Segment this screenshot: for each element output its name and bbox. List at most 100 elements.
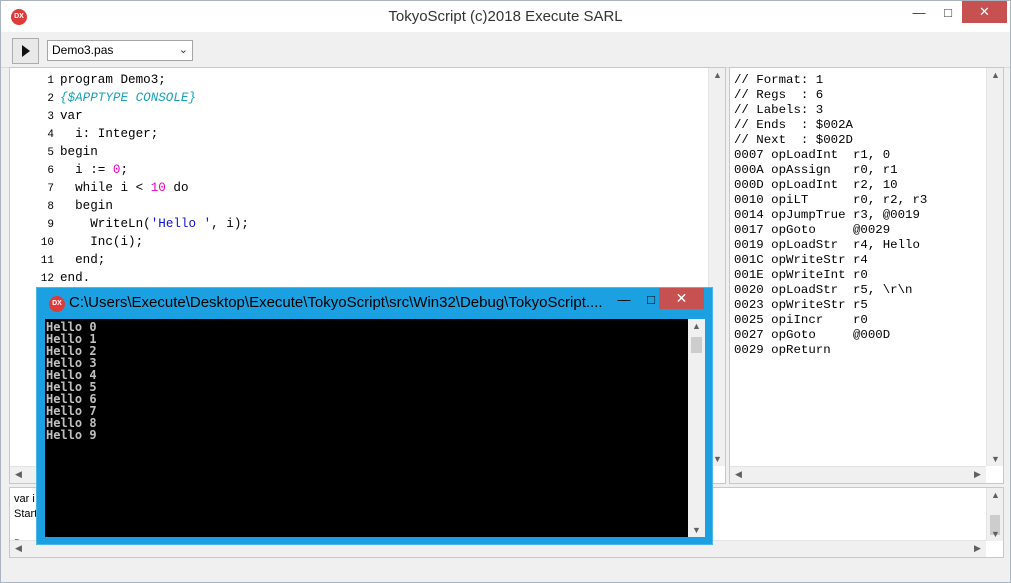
run-button[interactable] xyxy=(12,38,39,64)
scroll-down-icon[interactable]: ▼ xyxy=(987,529,1004,539)
asm-line: 0023 opWriteStr r5 xyxy=(734,298,868,312)
line-number: 4 xyxy=(47,129,54,141)
line-number: 12 xyxy=(40,273,54,285)
file-select[interactable]: Demo3.pas ⌄ xyxy=(47,40,193,61)
file-select-value: Demo3.pas xyxy=(52,43,114,57)
asm-horizontal-scrollbar[interactable]: ◀ ▶ xyxy=(730,466,986,483)
toolbar: Demo3.pas ⌄ xyxy=(1,32,1010,68)
window-title: TokyoScript (c)2018 Execute SARL xyxy=(388,8,623,25)
asm-line: 0010 opiLT r0, r2, r3 xyxy=(734,193,928,207)
close-button[interactable]: ✕ xyxy=(962,1,1007,23)
minimize-icon: — xyxy=(617,291,631,307)
asm-line: 000D opLoadInt r2, 10 xyxy=(734,178,898,192)
code-line: 11 end; xyxy=(10,252,249,270)
log-vertical-scrollbar[interactable]: ▲ ▼ xyxy=(986,488,1003,541)
minimize-button[interactable]: — xyxy=(904,1,934,23)
maximize-button[interactable]: □ xyxy=(934,1,962,23)
scroll-up-icon[interactable]: ▲ xyxy=(987,70,1004,80)
code-token: {$APPTYPE CONSOLE} xyxy=(60,91,197,105)
code-token: program Demo3; xyxy=(60,73,166,87)
scroll-thumb[interactable] xyxy=(691,337,702,353)
console-minimize-button[interactable]: — xyxy=(610,288,638,310)
console-window[interactable]: DX C:\Users\Execute\Desktop\Execute\Toky… xyxy=(36,287,713,545)
asm-line: 0014 opJumpTrue r3, @0019 xyxy=(734,208,920,222)
assembly-view[interactable]: // Format: 1// Regs : 6// Labels: 3// En… xyxy=(729,67,1004,484)
code-token: end. xyxy=(60,271,91,285)
console-body[interactable]: Hello 0 Hello 1 Hello 2 Hello 3 Hello 4 Hello… xyxy=(45,319,705,537)
scroll-down-icon[interactable]: ▼ xyxy=(987,454,1004,464)
code-token: do xyxy=(165,181,189,195)
code-token: var xyxy=(60,109,83,123)
code-token: 'Hello ' xyxy=(150,217,212,231)
code-line: 3 var xyxy=(10,108,249,126)
asm-line: 0020 opLoadStr r5, \r\n xyxy=(734,283,913,297)
code-line: 9 WriteLn('Hello ', i); xyxy=(10,216,249,234)
console-title: C:\Users\Execute\Desktop\Execute\TokyoSc… xyxy=(69,294,603,311)
title-bar[interactable]: DX TokyoScript (c)2018 Execute SARL — □ … xyxy=(1,1,1010,32)
asm-line: 0025 opiIncr r0 xyxy=(734,313,868,327)
console-output: Hello 0 Hello 1 Hello 2 Hello 3 Hello 4 Hello… xyxy=(46,321,97,441)
chevron-down-icon: ⌄ xyxy=(178,44,188,56)
code-line: 6 i := 0; xyxy=(10,162,249,180)
asm-line: 0019 opLoadStr r4, Hello xyxy=(734,238,920,252)
asm-line: 0007 opLoadInt r1, 0 xyxy=(734,148,891,162)
code-token: i := xyxy=(60,163,113,177)
asm-line: 0017 opGoto @0029 xyxy=(734,223,891,237)
asm-line: // Ends : $002A xyxy=(734,118,853,132)
scroll-right-icon[interactable]: ▶ xyxy=(969,543,986,554)
asm-line: // Format: 1 xyxy=(734,73,824,87)
close-icon: ✕ xyxy=(979,4,990,19)
line-number: 11 xyxy=(40,255,54,267)
code-token: , i); xyxy=(211,217,249,231)
console-line: Hello 9 xyxy=(46,428,97,442)
code-token: begin xyxy=(60,145,98,159)
line-number: 3 xyxy=(47,111,54,123)
console-close-button[interactable]: ✕ xyxy=(659,288,704,309)
code-line: 2 {$APPTYPE CONSOLE} xyxy=(10,90,249,108)
code-line: 8 begin xyxy=(10,198,249,216)
scroll-left-icon[interactable]: ◀ xyxy=(730,469,747,480)
line-number: 6 xyxy=(47,165,54,177)
line-number: 8 xyxy=(47,201,54,213)
line-number: 1 xyxy=(47,75,54,87)
code-token: begin xyxy=(60,199,113,213)
scroll-left-icon[interactable]: ◀ xyxy=(10,469,27,480)
asm-line: // Labels: 3 xyxy=(734,103,824,117)
code-line: 10 Inc(i); xyxy=(10,234,249,252)
line-number: 10 xyxy=(40,237,54,249)
asm-line: 000A opAssign r0, r1 xyxy=(734,163,898,177)
code-line: 4 i: Integer; xyxy=(10,126,249,144)
asm-line: 0027 opGoto @000D xyxy=(734,328,891,342)
close-icon: ✕ xyxy=(675,290,688,306)
scroll-up-icon[interactable]: ▲ xyxy=(688,321,705,331)
asm-line: // Regs : 6 xyxy=(734,88,824,102)
code-line: 5 begin xyxy=(10,144,249,162)
asm-vertical-scrollbar[interactable]: ▲ ▼ xyxy=(986,68,1003,466)
code-token: while i < xyxy=(60,181,151,195)
asm-line: 001E opWriteInt r0 xyxy=(734,268,868,282)
code-line: 1 program Demo3; xyxy=(10,72,249,90)
code-line: 7 while i < 10 do xyxy=(10,180,249,198)
maximize-icon: □ xyxy=(647,291,655,307)
scroll-down-icon[interactable]: ▼ xyxy=(688,525,705,535)
scroll-right-icon[interactable]: ▶ xyxy=(969,469,986,480)
code-token: Inc(i); xyxy=(60,235,144,249)
code-token: i: Integer; xyxy=(60,127,159,141)
line-number: 7 xyxy=(47,183,54,195)
console-title-bar[interactable]: DX C:\Users\Execute\Desktop\Execute\Toky… xyxy=(37,288,712,318)
asm-line: // Next : $002D xyxy=(734,133,853,147)
scroll-up-icon[interactable]: ▲ xyxy=(987,490,1004,500)
line-number: 2 xyxy=(47,93,54,105)
code-lines: 1 program Demo3; 2 {$APPTYPE CONSOLE} 3 var 4 … xyxy=(10,72,249,288)
scroll-up-icon[interactable]: ▲ xyxy=(709,70,726,80)
code-token: WriteLn( xyxy=(60,217,151,231)
line-number: 9 xyxy=(47,219,54,231)
console-vertical-scrollbar[interactable]: ▲ ▼ xyxy=(688,319,705,537)
scroll-left-icon[interactable]: ◀ xyxy=(10,543,27,554)
assembly-lines: // Format: 1// Regs : 6// Labels: 3// En… xyxy=(734,73,927,358)
code-line: 12 end. xyxy=(10,270,249,288)
asm-line: 0029 opReturn xyxy=(734,343,831,357)
line-number: 5 xyxy=(47,147,54,159)
asm-line: 001C opWriteStr r4 xyxy=(734,253,868,267)
code-token: 10 xyxy=(150,181,166,195)
